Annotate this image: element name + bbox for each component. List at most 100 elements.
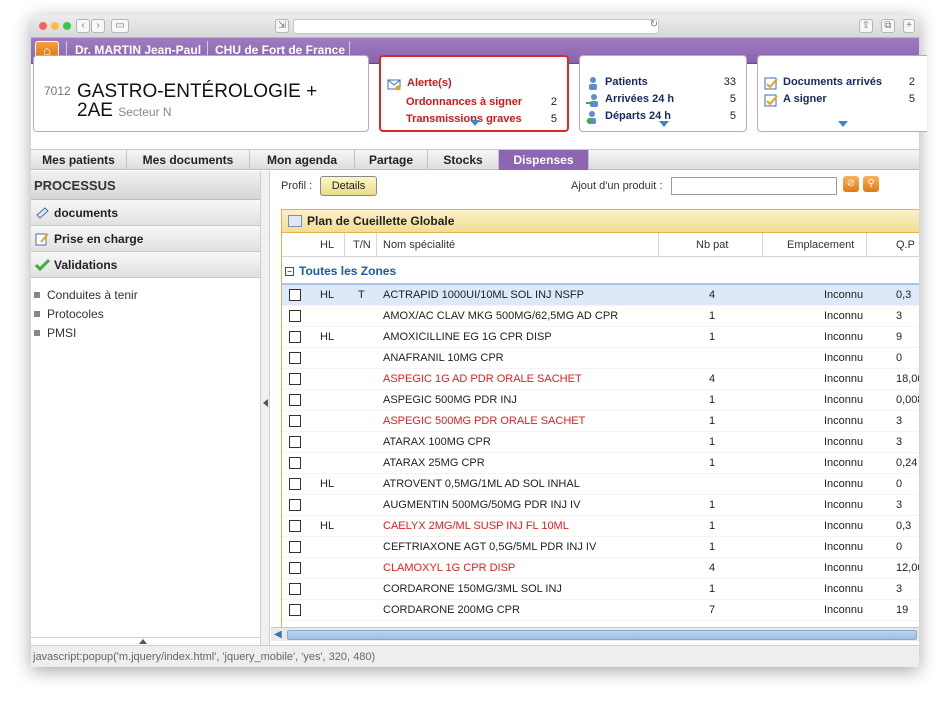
column-header-name[interactable]: Nom spécialité (383, 239, 455, 251)
row-checkbox[interactable] (289, 310, 301, 322)
reader-icon[interactable]: ⇲ (275, 19, 289, 33)
scrollbar-thumb[interactable] (287, 630, 917, 640)
sidebar-link-conduites[interactable]: Conduites à tenir (31, 286, 260, 305)
grid-title-text: Plan de Cueillette Globale (307, 214, 455, 228)
table-row[interactable]: HL AMOXICILLINE EG 1G CPR DISP 1 Inconnu 9 (282, 327, 919, 348)
row-checkbox[interactable] (289, 373, 301, 385)
alerts-panel[interactable]: Alerte(s) Ordonnances à signer 2 Transmi… (379, 55, 569, 132)
sidebar-toggle-icon[interactable]: ▭ (111, 19, 129, 33)
new-tab-icon[interactable]: + (903, 19, 915, 33)
arrivals-label: Arrivées 24 h (605, 93, 675, 105)
address-bar[interactable] (293, 19, 659, 34)
column-header-nb-pat[interactable]: Nb pat (696, 239, 728, 251)
details-button[interactable]: Details (320, 176, 377, 196)
tab-stocks[interactable]: Stocks (428, 150, 499, 170)
scroll-left-icon[interactable]: ◀ (274, 629, 282, 640)
clear-icon[interactable]: ⊘ (843, 176, 859, 192)
profile-label: Profil : (281, 180, 313, 192)
tabs-overview-icon[interactable]: ⧉ (881, 19, 895, 33)
documents-panel[interactable]: Documents arrivés 2 A signer 5 (757, 55, 927, 132)
tab-mes-documents[interactable]: Mes documents (127, 150, 250, 170)
zone-group-label: Toutes les Zones (299, 264, 397, 278)
table-row[interactable]: HL CAELYX 2MG/ML SUSP INJ FL 10ML 1 Inconnu… (282, 516, 919, 537)
alert-row[interactable]: Ordonnances à signer 2 (381, 96, 567, 112)
search-icon[interactable]: ⚲ (863, 176, 879, 192)
table-row[interactable]: AUGMENTIN 500MG/50MG PDR INJ IV 1 Inconnu 3 (282, 495, 919, 516)
table-row[interactable]: ANAFRANIL 10MG CPR Inconnu 0 (282, 348, 919, 369)
patients-row[interactable]: Patients 33 (580, 76, 746, 92)
row-checkbox[interactable] (289, 562, 301, 574)
row-checkbox[interactable] (289, 604, 301, 616)
maximize-window-button[interactable] (63, 22, 71, 30)
reload-icon[interactable]: ↻ (647, 19, 661, 33)
column-header-tn[interactable]: T/N (353, 239, 371, 251)
table-row[interactable]: HL ATROVENT 0,5MG/1ML AD SOL INHAL Inconnu… (282, 474, 919, 495)
collapse-up-icon[interactable] (139, 639, 147, 644)
collapse-group-icon[interactable]: − (285, 267, 294, 276)
back-icon[interactable]: ‹ (76, 19, 90, 33)
panel-splitter[interactable] (260, 171, 270, 645)
sidebar-item-validations[interactable]: Validations (31, 252, 260, 278)
patients-panel[interactable]: Patients 33 Arrivées 24 h 5 Départs 24 h… (579, 55, 747, 132)
close-window-button[interactable] (39, 22, 47, 30)
grid-column-headers: HL T/N Nom spécialité Nb pat Emplacement… (282, 233, 919, 257)
column-header-location[interactable]: Emplacement (787, 239, 854, 251)
row-checkbox[interactable] (289, 457, 301, 469)
column-header-qp[interactable]: Q.P (896, 239, 915, 251)
row-checkbox[interactable] (289, 520, 301, 532)
documents-arrived-row[interactable]: Documents arrivés 2 (758, 76, 927, 92)
sidebar-item-documents[interactable]: documents (31, 200, 260, 226)
tab-mes-patients[interactable]: Mes patients (31, 150, 127, 170)
table-row[interactable]: CEFTRIAXONE AGT 0,5G/5ML PDR INJ IV 1 Inco… (282, 537, 919, 558)
zone-group-header[interactable]: − Toutes les Zones (282, 257, 919, 285)
table-row[interactable]: CLAMOXYL 1G CPR DISP 4 Inconnu 12,007 (282, 558, 919, 579)
table-row[interactable]: ATARAX 100MG CPR 1 Inconnu 3 (282, 432, 919, 453)
picking-grid: Plan de Cueillette Globale HL T/N Nom sp… (281, 209, 919, 635)
sidebar-link-pmsi[interactable]: PMSI (31, 324, 260, 343)
tab-partage[interactable]: Partage (355, 150, 428, 170)
expand-arrow-icon[interactable] (838, 121, 848, 127)
to-sign-row[interactable]: A signer 5 (758, 93, 927, 109)
cell-location: Inconnu (824, 562, 864, 574)
row-checkbox[interactable] (289, 394, 301, 406)
cell-nb-pat: 1 (709, 436, 716, 448)
row-checkbox[interactable] (289, 415, 301, 427)
row-checkbox[interactable] (289, 499, 301, 511)
table-row[interactable]: ASPEGIC 1G AD PDR ORALE SACHET 4 Inconnu 18… (282, 369, 919, 390)
tab-dispenses[interactable]: Dispenses (499, 150, 589, 170)
service-panel[interactable]: 7012 GASTRO-ENTÉROLOGIE + 2AE Secteur N (33, 55, 369, 132)
table-row[interactable]: ATARAX 25MG CPR 1 Inconnu 0,24 (282, 453, 919, 474)
forward-icon[interactable]: › (91, 19, 105, 33)
row-checkbox[interactable] (289, 478, 301, 490)
table-row[interactable]: AMOX/AC CLAV MKG 500MG/62,5MG AD CPR 1 Inc… (282, 306, 919, 327)
sidebar-item-prise-en-charge[interactable]: Prise en charge (31, 226, 260, 252)
main-tabs: Mes patients Mes documents Mon agenda Pa… (31, 149, 919, 170)
collapse-left-icon[interactable] (263, 399, 268, 407)
column-divider (658, 233, 659, 257)
row-checkbox[interactable] (289, 583, 301, 595)
expand-arrow-icon[interactable] (470, 120, 480, 126)
cell-name: AUGMENTIN 500MG/50MG PDR INJ IV (383, 499, 581, 511)
row-checkbox[interactable] (289, 352, 301, 364)
sidebar-link-protocoles[interactable]: Protocoles (31, 305, 260, 324)
row-checkbox[interactable] (289, 541, 301, 553)
row-checkbox[interactable] (289, 289, 301, 301)
alert-count: 5 (550, 113, 557, 125)
column-header-hl[interactable]: HL (320, 239, 334, 251)
add-product-input[interactable] (671, 177, 837, 195)
share-icon[interactable]: ⇧ (859, 19, 873, 33)
minimize-window-button[interactable] (51, 22, 59, 30)
table-row[interactable]: CORDARONE 200MG CPR 7 Inconnu 19 (282, 600, 919, 621)
horizontal-scrollbar[interactable]: ◀ (271, 627, 919, 641)
table-row[interactable]: ASPEGIC 500MG PDR INJ 1 Inconnu 0,008 (282, 390, 919, 411)
row-checkbox[interactable] (289, 331, 301, 343)
table-row[interactable]: CORDARONE 150MG/3ML SOL INJ 1 Inconnu 3 (282, 579, 919, 600)
cell-nb-pat: 1 (709, 499, 716, 511)
arrivals-row[interactable]: Arrivées 24 h 5 (580, 93, 746, 109)
table-row[interactable]: HL T ACTRAPID 1000UI/10ML SOL INJ NSFP 4 Inc… (282, 285, 919, 306)
expand-arrow-icon[interactable] (659, 121, 669, 127)
row-checkbox[interactable] (289, 436, 301, 448)
tab-mon-agenda[interactable]: Mon agenda (250, 150, 355, 170)
arrivals-count: 5 (729, 93, 736, 105)
table-row[interactable]: ASPEGIC 500MG PDR ORALE SACHET 1 Inconnu 3 (282, 411, 919, 432)
